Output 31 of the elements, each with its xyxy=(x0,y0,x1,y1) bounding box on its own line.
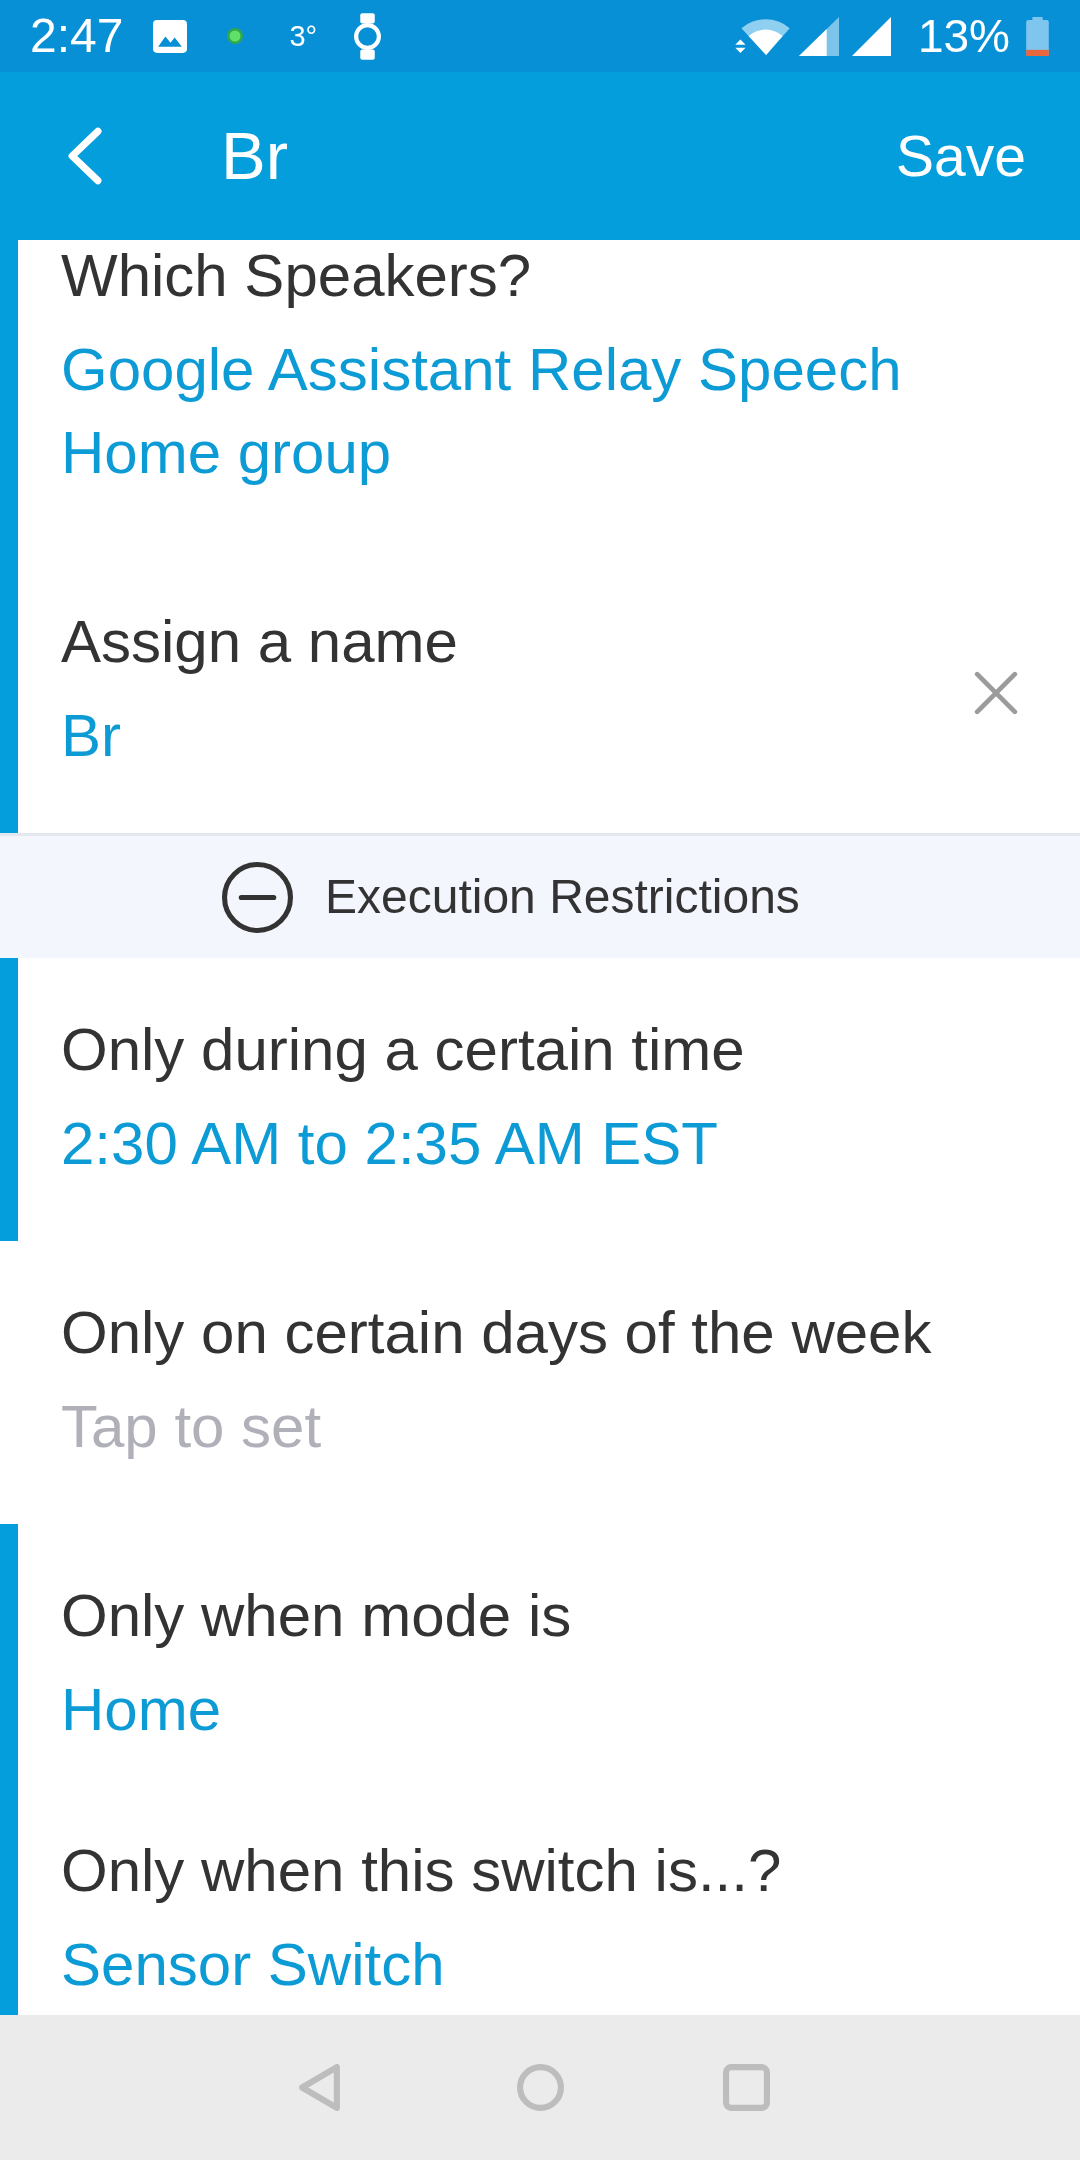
screen-title: Br xyxy=(221,118,289,194)
back-icon xyxy=(66,126,103,186)
setting-value[interactable]: Home group xyxy=(61,411,392,494)
battery-icon xyxy=(1026,16,1049,56)
setting-value[interactable]: Sensor Switch xyxy=(61,1923,445,2006)
save-button[interactable]: Save xyxy=(889,123,1033,189)
section-header[interactable]: Execution Restrictions xyxy=(0,836,1080,958)
battery-percent: 13% xyxy=(917,11,1010,61)
back-icon[interactable] xyxy=(297,2063,342,2112)
placeholder-text[interactable]: Tap to set xyxy=(61,1385,322,1468)
home-icon[interactable] xyxy=(517,2064,564,2111)
setting-value[interactable]: 2:30 AM to 2:35 AM EST xyxy=(61,1102,718,1185)
x-icon xyxy=(974,670,1018,715)
temperature-text: 3° xyxy=(289,19,318,53)
setting-label: Only when this switch is...? xyxy=(61,1837,782,1905)
status-time: 2:47 xyxy=(30,10,124,62)
watch-icon xyxy=(353,12,383,60)
setting-value[interactable]: Google Assistant Relay Speech xyxy=(61,328,902,411)
setting-label: Only during a certain time xyxy=(61,1016,745,1084)
setting-value[interactable]: Br xyxy=(61,694,121,777)
setting-value[interactable]: Home xyxy=(61,1668,222,1751)
setting-label: Only on certain days of the week xyxy=(61,1299,932,1367)
setting-label: Assign a name xyxy=(61,608,458,676)
setting-label: Which Speakers? xyxy=(61,242,532,310)
signal-icon xyxy=(798,16,839,56)
recents-icon[interactable] xyxy=(723,2064,770,2111)
dot-icon xyxy=(227,28,244,44)
signal-icon xyxy=(851,16,891,56)
wifi-icon xyxy=(734,17,790,55)
image-icon xyxy=(153,19,188,53)
setting-label: Only when mode is xyxy=(61,1582,572,1650)
